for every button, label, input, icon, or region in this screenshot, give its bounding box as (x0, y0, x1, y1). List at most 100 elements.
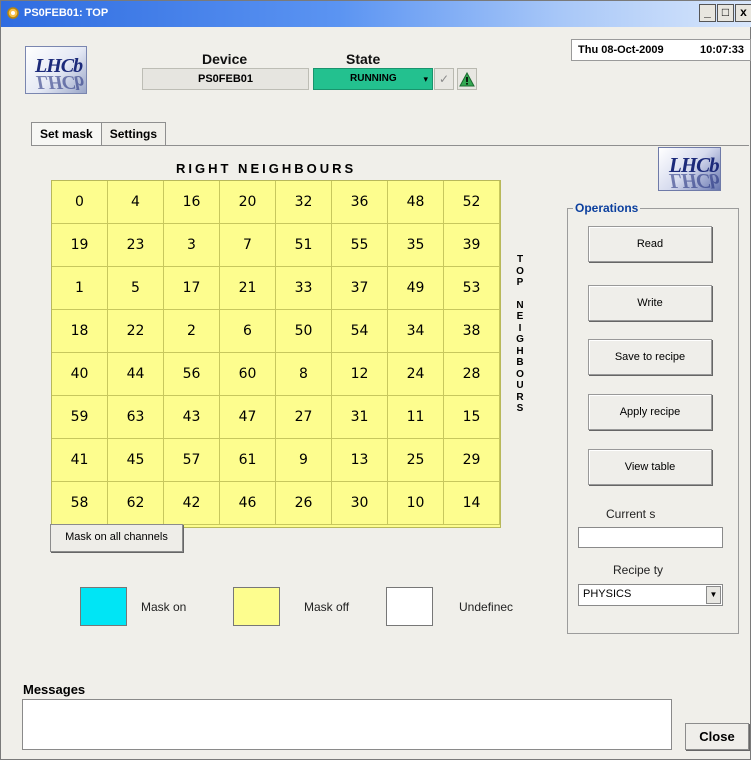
channel-cell[interactable]: 27 (276, 396, 332, 439)
messages-box[interactable] (22, 699, 672, 750)
apply-recipe-button[interactable]: Apply recipe (588, 394, 712, 430)
save-to-recipe-button[interactable]: Save to recipe (588, 339, 712, 375)
channel-cell[interactable]: 24 (388, 353, 444, 396)
channel-cell[interactable]: 11 (388, 396, 444, 439)
channel-cell[interactable]: 43 (164, 396, 220, 439)
channel-cell[interactable]: 28 (444, 353, 500, 396)
channel-cell[interactable]: 39 (444, 224, 500, 267)
channel-cell[interactable]: 45 (108, 439, 164, 482)
channel-cell[interactable]: 49 (388, 267, 444, 310)
channel-cell[interactable]: 41 (52, 439, 108, 482)
write-button[interactable]: Write (588, 285, 712, 321)
lhcb-logo: LHCb LHCb (25, 46, 87, 94)
channel-cell[interactable]: 54 (332, 310, 388, 353)
channel-cell[interactable]: 58 (52, 482, 108, 525)
title-bar[interactable]: PS0FEB01: TOP _ □ x (1, 1, 751, 27)
state-select[interactable]: RUNNING ▾ (313, 68, 433, 90)
operations-title: Operations (573, 201, 641, 215)
channel-cell[interactable]: 52 (444, 181, 500, 224)
channel-cell[interactable]: 63 (108, 396, 164, 439)
channel-cell[interactable]: 35 (388, 224, 444, 267)
date-time-display: Thu 08-Oct-2009 10:07:33 (571, 39, 751, 61)
channel-cell[interactable]: 47 (220, 396, 276, 439)
channel-cell[interactable]: 36 (332, 181, 388, 224)
legend-swatch-mask-off (233, 587, 280, 626)
device-value: PS0FEB01 (142, 68, 309, 90)
channel-cell[interactable]: 6 (220, 310, 276, 353)
chevron-down-icon: ▾ (423, 74, 428, 84)
confirm-state-button[interactable]: ✓ (434, 68, 454, 90)
channel-cell[interactable]: 29 (444, 439, 500, 482)
channel-cell[interactable]: 53 (444, 267, 500, 310)
maximize-button[interactable]: □ (717, 4, 734, 22)
channel-cell[interactable]: 16 (164, 181, 220, 224)
channel-cell[interactable]: 62 (108, 482, 164, 525)
lhcb-small-logo: LHCb LHCb (658, 147, 721, 193)
messages-label: Messages (23, 682, 86, 697)
channel-cell[interactable]: 15 (444, 396, 500, 439)
close-button[interactable]: Close (685, 723, 749, 750)
channel-cell[interactable]: 61 (220, 439, 276, 482)
channel-cell[interactable]: 51 (276, 224, 332, 267)
channel-cell[interactable]: 2 (164, 310, 220, 353)
legend-label-mask-on: Mask on (141, 600, 187, 614)
channel-cell[interactable]: 22 (108, 310, 164, 353)
channel-cell[interactable]: 32 (276, 181, 332, 224)
legend-label-undefined: Undefinec (459, 600, 514, 614)
channel-cell[interactable]: 17 (164, 267, 220, 310)
channel-cell[interactable]: 7 (220, 224, 276, 267)
channel-cell[interactable]: 40 (52, 353, 108, 396)
channel-cell[interactable]: 23 (108, 224, 164, 267)
channel-cell[interactable]: 8 (276, 353, 332, 396)
current-state-label: Current s (606, 507, 656, 521)
channel-cell[interactable]: 37 (332, 267, 388, 310)
channel-cell[interactable]: 18 (52, 310, 108, 353)
minimize-button[interactable]: _ (699, 4, 716, 22)
channel-cell[interactable]: 19 (52, 224, 108, 267)
channel-cell[interactable]: 56 (164, 353, 220, 396)
channel-cell[interactable]: 38 (444, 310, 500, 353)
channel-cell[interactable]: 55 (332, 224, 388, 267)
channel-cell[interactable]: 46 (220, 482, 276, 525)
channel-cell[interactable]: 57 (164, 439, 220, 482)
channel-cell[interactable]: 42 (164, 482, 220, 525)
warning-button[interactable] (457, 68, 477, 90)
channel-cell[interactable]: 59 (52, 396, 108, 439)
tab-set-mask[interactable]: Set mask (31, 122, 102, 146)
tab-settings[interactable]: Settings (100, 122, 167, 146)
channel-cell[interactable]: 1 (52, 267, 108, 310)
channel-cell[interactable]: 3 (164, 224, 220, 267)
channel-cell[interactable]: 33 (276, 267, 332, 310)
close-window-button[interactable]: x (735, 4, 751, 22)
channel-cell[interactable]: 25 (388, 439, 444, 482)
channel-cell[interactable]: 14 (444, 482, 500, 525)
channel-cell[interactable]: 34 (388, 310, 444, 353)
channel-cell[interactable]: 21 (220, 267, 276, 310)
channel-cell[interactable]: 31 (332, 396, 388, 439)
channel-cell[interactable]: 30 (332, 482, 388, 525)
mask-all-channels-button[interactable]: Mask on all channels (50, 524, 183, 552)
channel-cell[interactable]: 60 (220, 353, 276, 396)
read-button[interactable]: Read (588, 226, 712, 262)
channel-cell[interactable]: 5 (108, 267, 164, 310)
channel-cell[interactable]: 4 (108, 181, 164, 224)
channel-grid: 0 4 16 20 32 36 48 52 19 23 3 7 51 55 35 39 1 5 17 21 33 37 49… (51, 180, 501, 528)
channel-cell[interactable]: 13 (332, 439, 388, 482)
channel-cell[interactable]: 48 (388, 181, 444, 224)
channel-cell[interactable]: 26 (276, 482, 332, 525)
recipe-type-select[interactable]: PHYSICS ▼ (578, 584, 723, 606)
channel-cell[interactable]: 9 (276, 439, 332, 482)
state-value: RUNNING (350, 73, 397, 84)
channel-cell[interactable]: 50 (276, 310, 332, 353)
date-text: Thu 08-Oct-2009 (578, 44, 664, 56)
top-neighbours-label: TOP NEIGHBOURS (516, 254, 524, 414)
grid-title: RIGHT NEIGHBOURS (176, 161, 357, 176)
window-controls: _ □ x (699, 4, 751, 22)
channel-cell[interactable]: 12 (332, 353, 388, 396)
view-table-button[interactable]: View table (588, 449, 712, 485)
channel-cell[interactable]: 10 (388, 482, 444, 525)
channel-cell[interactable]: 20 (220, 181, 276, 224)
channel-cell[interactable]: 0 (52, 181, 108, 224)
current-state-field[interactable] (578, 527, 723, 548)
channel-cell[interactable]: 44 (108, 353, 164, 396)
